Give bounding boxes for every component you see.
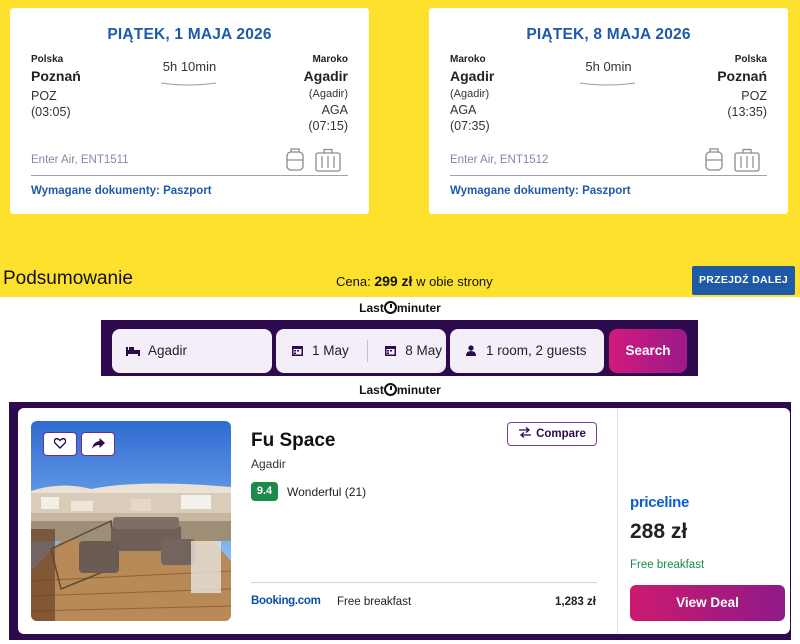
compare-icon: [519, 427, 532, 438]
backpack-icon: [705, 148, 723, 171]
guests-value: 1 room, 2 guests: [486, 343, 587, 358]
deal-divider: [617, 408, 618, 634]
suitcase-icon: [734, 148, 760, 172]
bed-icon: [126, 329, 140, 373]
card-divider: [450, 175, 767, 176]
outbound-flight-card: PIĄTEK, 1 MAJA 2026 Polska Poznań POZ (0…: [10, 8, 369, 214]
outbound-carrier: Enter Air, ENT1511: [31, 154, 129, 166]
summary-title: Podsumowanie: [3, 268, 133, 289]
booking-provider-logo[interactable]: Booking.com: [251, 595, 321, 607]
offer-divider: [251, 582, 597, 583]
hotel-location: Agadir: [251, 457, 286, 471]
inbound-flight-card: PIĄTEK, 8 MAJA 2026 Maroko Agadir (Agadi…: [429, 8, 788, 214]
destination-value: Agadir: [148, 343, 188, 358]
rating-text: Wonderful (21): [287, 485, 367, 499]
booking-price[interactable]: 1,283 zł: [555, 596, 596, 608]
flight-summary-section: PIĄTEK, 1 MAJA 2026 Polska Poznań POZ (0…: [0, 0, 800, 297]
lastminute-logo: Last minuter: [359, 301, 441, 315]
outbound-date: PIĄTEK, 1 MAJA 2026: [107, 26, 272, 43]
share-icon: [91, 438, 105, 449]
inbound-from-code: AGA: [450, 103, 477, 117]
priceline-logo: priceline: [630, 494, 689, 511]
favorite-button[interactable]: [43, 432, 77, 456]
featured-breakfast: Free breakfast: [630, 559, 705, 571]
inbound-required-docs: Wymagane dokumenty: Paszport: [450, 185, 631, 197]
booking-breakfast: Free breakfast: [337, 596, 412, 608]
heart-icon: [53, 437, 67, 449]
inbound-arrival-time: (13:35): [727, 105, 767, 119]
inbound-to-city: Poznań: [717, 68, 767, 84]
suitcase-icon: [315, 148, 341, 172]
outbound-from-code: POZ: [31, 89, 57, 103]
hotel-result-card[interactable]: Fu Space Agadir 9.4 Wonderful (21) Compa…: [18, 408, 790, 634]
featured-price: 288 zł: [630, 520, 688, 543]
dates-field[interactable]: 1 May 8 May: [276, 329, 446, 373]
outbound-arrival-time: (07:15): [308, 119, 348, 133]
total-price: Cena: 299 zł w obie strony: [336, 273, 493, 289]
outbound-to-city: Agadir: [303, 68, 348, 84]
inbound-date: PIĄTEK, 8 MAJA 2026: [526, 26, 691, 43]
inbound-carrier: Enter Air, ENT1512: [450, 154, 549, 166]
proceed-button[interactable]: PRZEJDŹ DALEJ: [692, 266, 795, 295]
guests-field[interactable]: 1 room, 2 guests: [450, 329, 604, 373]
inbound-to-code: POZ: [741, 89, 767, 103]
search-button[interactable]: Search: [609, 329, 687, 373]
checkout-value: 8 May: [405, 343, 443, 358]
compare-button[interactable]: Compare: [507, 422, 597, 446]
outbound-to-sub: (Agadir): [308, 88, 348, 100]
outbound-to-country: Maroko: [312, 54, 348, 65]
rating-badge: 9.4: [251, 482, 278, 501]
clock-icon: [383, 301, 397, 314]
person-icon: [464, 329, 478, 373]
hotel-name[interactable]: Fu Space: [251, 430, 335, 452]
hotel-search-bar: Agadir 1 May 8 May 1 room, 2 guests Sear…: [101, 320, 698, 376]
hotel-results-panel: Fu Space Agadir 9.4 Wonderful (21) Compa…: [9, 402, 791, 640]
duration-arc-line: [579, 82, 636, 86]
view-deal-button[interactable]: View Deal: [630, 585, 785, 621]
duration-arc-line: [160, 82, 217, 86]
outbound-required-docs: Wymagane dokumenty: Paszport: [31, 185, 212, 197]
calendar-icon: [383, 329, 397, 373]
lastminute-logo: Last minuter: [359, 383, 441, 397]
outbound-to-code: AGA: [321, 103, 348, 117]
backpack-icon: [286, 148, 304, 171]
inbound-from-sub: (Agadir): [450, 88, 490, 100]
share-button[interactable]: [81, 432, 115, 456]
inbound-departure-time: (07:35): [450, 119, 490, 133]
card-divider: [31, 175, 348, 176]
checkin-value: 1 May: [312, 343, 349, 358]
outbound-departure-time: (03:05): [31, 105, 71, 119]
destination-field[interactable]: Agadir: [112, 329, 272, 373]
summary-bar: Podsumowanie Cena: 299 zł w obie strony …: [0, 262, 800, 297]
clock-icon: [383, 383, 397, 396]
hotel-photo[interactable]: [31, 421, 231, 621]
calendar-icon: [290, 329, 304, 373]
inbound-to-country: Polska: [734, 54, 767, 65]
